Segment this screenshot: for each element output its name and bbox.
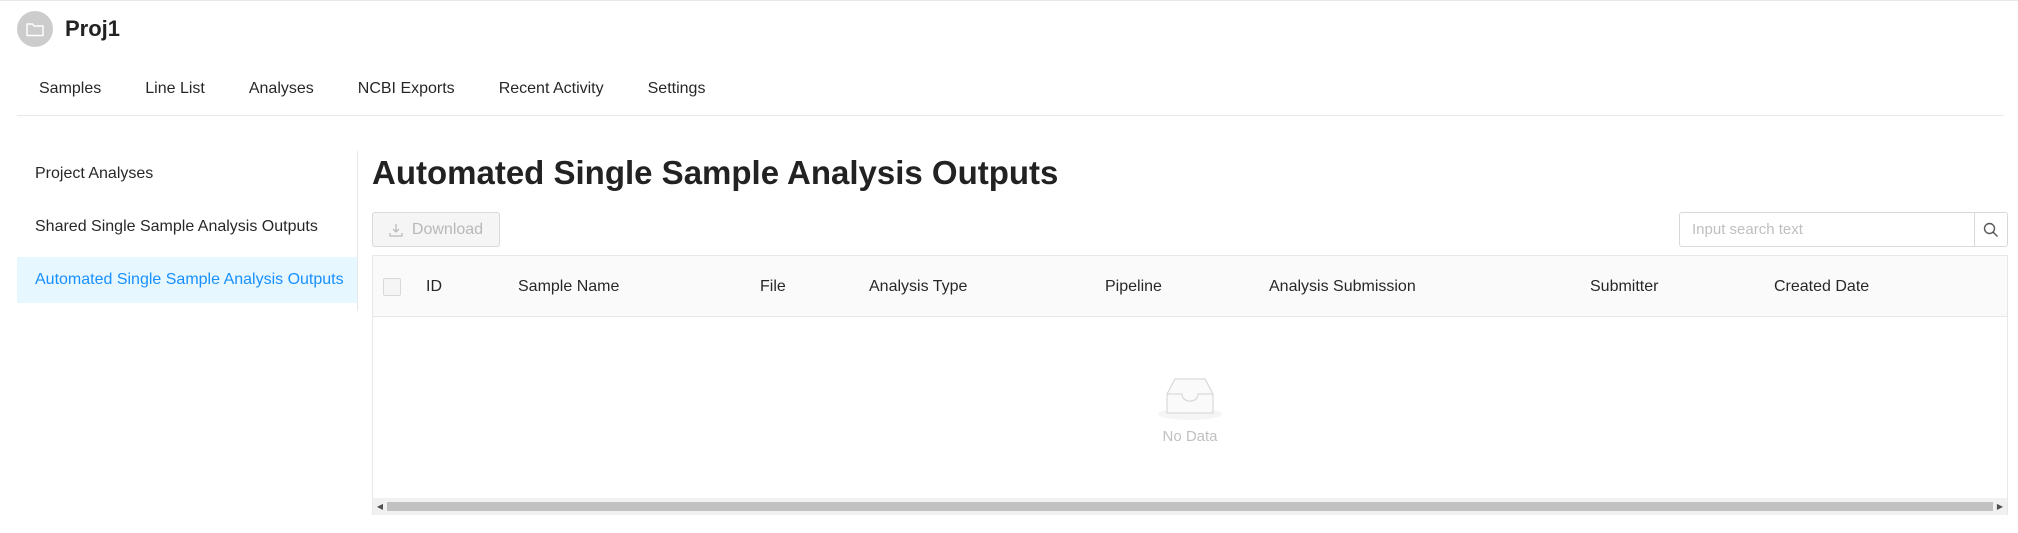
column-header-id[interactable]: ID xyxy=(426,256,442,317)
sidebar-item-automated-outputs[interactable]: Automated Single Sample Analysis Outputs xyxy=(17,257,357,303)
scrollbar-thumb[interactable] xyxy=(387,502,1993,511)
column-header-sample-name[interactable]: Sample Name xyxy=(518,256,619,317)
tab-samples[interactable]: Samples xyxy=(17,71,123,100)
horizontal-scrollbar[interactable]: ◀ ▶ xyxy=(373,498,2007,515)
sidebar-item-shared-outputs[interactable]: Shared Single Sample Analysis Outputs xyxy=(17,204,357,250)
analyses-sidemenu: Project Analyses Shared Single Sample An… xyxy=(17,151,358,311)
tab-ncbi-exports[interactable]: NCBI Exports xyxy=(336,71,477,100)
folder-icon xyxy=(26,22,44,36)
search-input[interactable] xyxy=(1679,212,1974,247)
column-header-analysis-submission[interactable]: Analysis Submission xyxy=(1269,256,1416,317)
download-icon xyxy=(389,223,403,237)
column-header-file[interactable]: File xyxy=(760,256,786,317)
table-header: ID Sample Name File Analysis Type Pipeli… xyxy=(373,256,2007,317)
search-button[interactable] xyxy=(1974,212,2008,247)
tab-analyses[interactable]: Analyses xyxy=(227,71,336,100)
search-icon xyxy=(1983,222,1998,237)
empty-text: No Data xyxy=(1162,427,1218,445)
project-avatar xyxy=(17,11,53,47)
search-box xyxy=(1679,212,2008,247)
select-all-cell xyxy=(383,256,401,317)
project-title: Proj1 xyxy=(65,16,121,41)
empty-state: No Data xyxy=(373,318,2007,498)
empty-inbox-icon xyxy=(1158,377,1222,420)
scroll-left-icon[interactable]: ◀ xyxy=(373,498,387,515)
project-header: Proj1 xyxy=(17,11,120,47)
scroll-right-icon[interactable]: ▶ xyxy=(1993,498,2007,515)
column-header-pipeline[interactable]: Pipeline xyxy=(1105,256,1162,317)
page-title: Automated Single Sample Analysis Outputs xyxy=(372,154,1059,191)
outputs-table: ID Sample Name File Analysis Type Pipeli… xyxy=(372,255,2008,515)
column-header-created-date[interactable]: Created Date xyxy=(1774,256,1869,317)
download-button[interactable]: Download xyxy=(372,212,500,247)
column-header-analysis-type[interactable]: Analysis Type xyxy=(869,256,967,317)
download-label: Download xyxy=(411,220,484,238)
project-tabs: Samples Line List Analyses NCBI Exports … xyxy=(17,71,2004,116)
sidebar-item-project-analyses[interactable]: Project Analyses xyxy=(17,151,357,197)
tab-settings[interactable]: Settings xyxy=(626,71,728,100)
page: Proj1 Samples Line List Analyses NCBI Ex… xyxy=(0,0,2018,533)
column-header-submitter[interactable]: Submitter xyxy=(1590,256,1658,317)
select-all-checkbox[interactable] xyxy=(383,277,401,296)
tab-recent-activity[interactable]: Recent Activity xyxy=(477,71,626,100)
tab-line-list[interactable]: Line List xyxy=(123,71,227,100)
